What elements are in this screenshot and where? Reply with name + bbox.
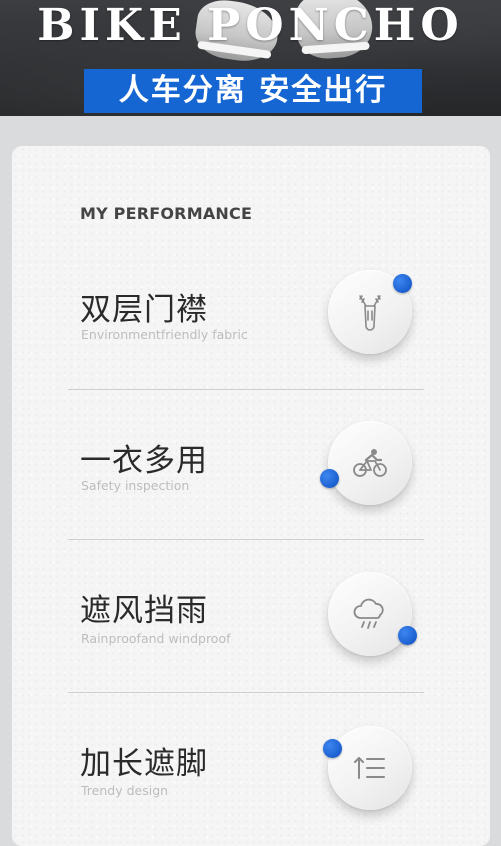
divider	[68, 389, 424, 390]
divider	[68, 539, 424, 540]
section-heading: MY PERFORMANCE	[80, 204, 253, 223]
banner-slogan: 人车分离 安全出行	[84, 69, 422, 113]
rain-cloud-icon-button[interactable]	[328, 572, 412, 656]
cyclist-icon-button[interactable]	[328, 421, 412, 505]
banner-title: BIKE PONCHO	[37, 0, 464, 51]
feature-title: 加长遮脚	[80, 746, 208, 782]
indicator-dot	[393, 274, 412, 293]
indicator-dot	[398, 626, 417, 645]
cyclist-icon	[353, 449, 387, 477]
divider	[68, 692, 424, 693]
rain-cloud-icon	[353, 598, 384, 629]
feature-subtitle: Environmentfriendly fabric	[81, 327, 248, 342]
feature-title: 双层门襟	[80, 292, 208, 328]
feature-title: 一衣多用	[80, 443, 208, 479]
header-banner: BIKE PONCHO 人车分离 安全出行	[0, 0, 501, 116]
feature-subtitle: Safety inspection	[81, 478, 190, 493]
length-icon	[354, 757, 385, 779]
feature-subtitle: Rainproofand windproof	[81, 631, 231, 646]
feature-subtitle: Trendy design	[81, 783, 169, 798]
indicator-dot	[320, 469, 339, 488]
length-icon-button[interactable]	[328, 726, 412, 810]
feature-title: 遮风挡雨	[80, 593, 208, 629]
indicator-dot	[323, 739, 342, 758]
zipper-icon	[359, 295, 381, 331]
